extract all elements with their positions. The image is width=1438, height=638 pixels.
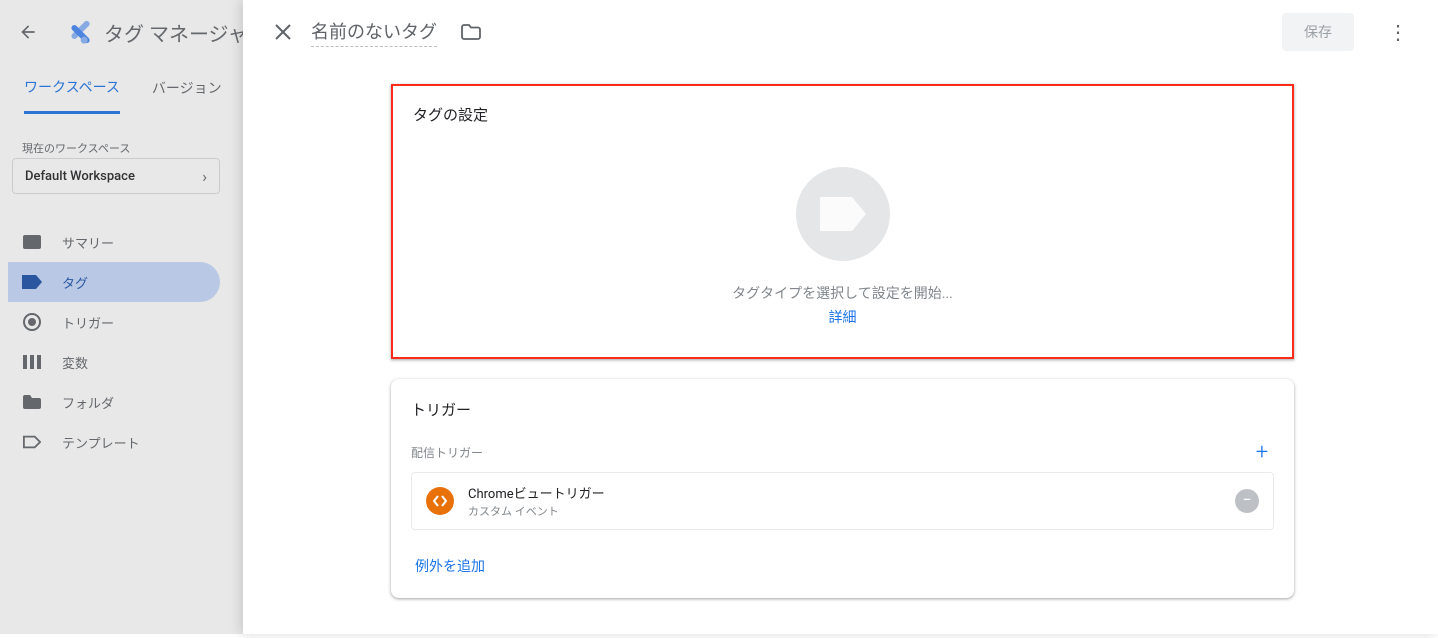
tag-editor-panel: 名前のないタグ 保存 ⋮ タグの設定 タグタイプを選択して設定を開始... 詳細… [243,0,1438,634]
tag-placeholder-icon [796,167,890,261]
tag-config-hint: タグタイプを選択して設定を開始... [732,283,953,303]
tag-configuration-card[interactable]: タグの設定 タグタイプを選択して設定を開始... 詳細 [391,84,1294,359]
trigger-card: トリガー 配信トリガー + Chromeビュートリガー カスタム イベント − … [391,379,1294,598]
tag-name-input[interactable]: 名前のないタグ [311,18,437,47]
trigger-row[interactable]: Chromeビュートリガー カスタム イベント − [411,472,1274,530]
trigger-type: カスタム イベント [468,503,1221,519]
save-button[interactable]: 保存 [1282,13,1354,51]
add-trigger-button[interactable]: + [1250,440,1274,464]
trigger-title: トリガー [391,379,1294,428]
folder-icon[interactable] [459,20,483,44]
tag-config-detail-link[interactable]: 詳細 [829,307,857,327]
custom-event-icon [426,487,454,515]
trigger-name: Chromeビュートリガー [468,483,1221,502]
more-menu-icon[interactable]: ⋮ [1378,12,1418,52]
remove-trigger-button[interactable]: − [1235,489,1259,513]
add-exception-link[interactable]: 例外を追加 [391,542,509,598]
firing-trigger-label: 配信トリガー [411,444,483,461]
close-icon[interactable] [271,20,295,44]
tag-config-title: タグの設定 [393,86,1292,125]
